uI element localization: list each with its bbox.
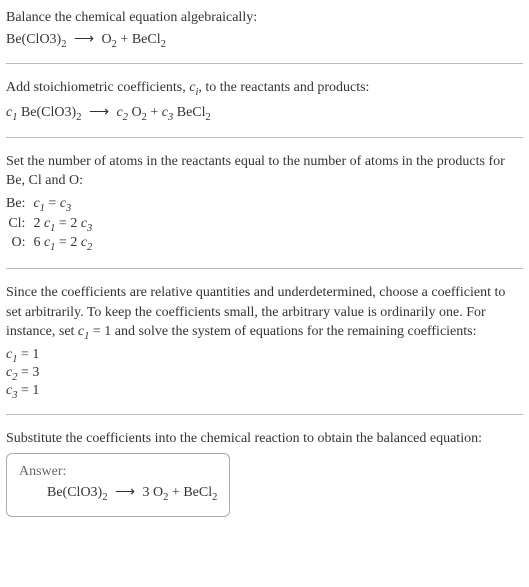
answer-label: Answer: bbox=[19, 464, 217, 480]
atom-intro: Set the number of atoms in the reactants… bbox=[6, 152, 523, 191]
balance-equation: 6 c1 = 2 c2 bbox=[33, 234, 98, 254]
intro-text: Balance the chemical equation algebraica… bbox=[6, 8, 523, 28]
solve-intro: Since the coefficients are relative quan… bbox=[6, 283, 523, 345]
coeff-intro: Add stoichiometric coefficients, ci, to … bbox=[6, 78, 523, 100]
divider bbox=[6, 268, 523, 269]
coeff-value: c2 = 3 bbox=[6, 365, 523, 383]
coeff-value: c1 = 1 bbox=[6, 347, 523, 365]
reactant: Be(ClO3)2 bbox=[6, 32, 66, 47]
reaction-arrow: ⟶ bbox=[111, 485, 139, 500]
product-1: O2 bbox=[153, 485, 168, 500]
table-row: Be: c1 = c3 bbox=[6, 195, 98, 215]
reaction-arrow: ⟶ bbox=[85, 105, 113, 120]
balance-equation: c1 = c3 bbox=[33, 195, 98, 215]
section-balance-intro: Balance the chemical equation algebraica… bbox=[6, 8, 523, 49]
element-label: Be: bbox=[6, 195, 33, 215]
section-answer: Substitute the coefficients into the che… bbox=[6, 429, 523, 516]
reactant: Be(ClO3)2 bbox=[47, 485, 107, 500]
product-2: BeCl2 bbox=[132, 32, 166, 47]
coeff-value: c3 = 1 bbox=[6, 383, 523, 401]
section-coefficients: Add stoichiometric coefficients, ci, to … bbox=[6, 78, 523, 122]
answer-box: Answer: Be(ClO3)2 ⟶ 3 O2 + BeCl2 bbox=[6, 453, 230, 517]
balance-equation: 2 c1 = 2 c3 bbox=[33, 215, 98, 235]
product-2: BeCl2 bbox=[183, 485, 217, 500]
element-label: O: bbox=[6, 234, 33, 254]
product-1: O2 bbox=[102, 32, 117, 47]
section-solve: Since the coefficients are relative quan… bbox=[6, 283, 523, 400]
balanced-equation: Be(ClO3)2 ⟶ 3 O2 + BeCl2 bbox=[19, 484, 217, 503]
atom-balance-table: Be: c1 = c3 Cl: 2 c1 = 2 c3 O: 6 c1 = 2 … bbox=[6, 195, 98, 254]
reaction-arrow: ⟶ bbox=[70, 32, 98, 47]
table-row: Cl: 2 c1 = 2 c3 bbox=[6, 215, 98, 235]
divider bbox=[6, 137, 523, 138]
divider bbox=[6, 414, 523, 415]
table-row: O: 6 c1 = 2 c2 bbox=[6, 234, 98, 254]
divider bbox=[6, 63, 523, 64]
element-label: Cl: bbox=[6, 215, 33, 235]
unbalanced-equation: Be(ClO3)2 ⟶ O2 + BeCl2 bbox=[6, 31, 523, 50]
answer-intro: Substitute the coefficients into the che… bbox=[6, 429, 523, 449]
coefficient-values: c1 = 1 c2 = 3 c3 = 1 bbox=[6, 347, 523, 400]
coeff-equation: c1 Be(ClO3)2 ⟶ c2 O2 + c3 BeCl2 bbox=[6, 104, 523, 123]
section-atom-equations: Set the number of atoms in the reactants… bbox=[6, 152, 523, 255]
